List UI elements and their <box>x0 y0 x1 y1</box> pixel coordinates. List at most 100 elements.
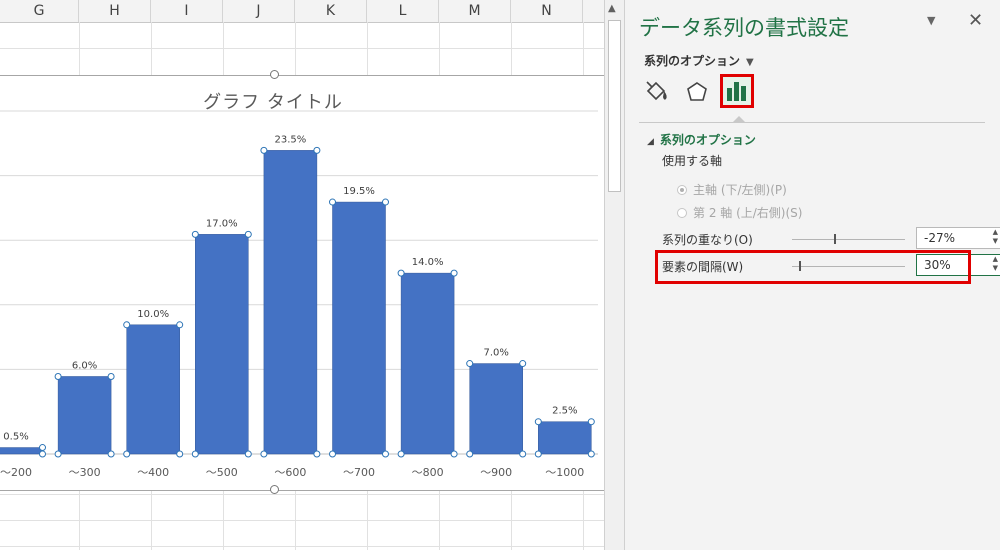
column-header-j[interactable]: J <box>223 0 295 22</box>
column-header-h[interactable]: H <box>79 0 151 22</box>
bar-〜400[interactable] <box>126 324 180 455</box>
tab-indicator <box>732 116 746 123</box>
bar-selection-handle[interactable] <box>519 360 527 368</box>
section-header-label: 系列のオプション <box>659 133 756 147</box>
bar-〜800[interactable] <box>400 272 455 455</box>
bar-selection-handle[interactable] <box>39 444 46 452</box>
column-header-k[interactable]: K <box>295 0 367 22</box>
series-overlap-label: 系列の重なり(O) <box>662 233 753 247</box>
bar-selection-handle[interactable] <box>107 450 115 458</box>
chevron-down-icon: ▼ <box>746 57 754 68</box>
chart-resize-handle-bottom[interactable] <box>270 485 279 494</box>
chart-resize-handle-top[interactable] <box>270 70 279 79</box>
bar-selection-handle[interactable] <box>39 450 46 458</box>
data-label[interactable]: 10.0% <box>137 309 169 320</box>
bar-selection-handle[interactable] <box>260 450 268 458</box>
bar-selection-handle[interactable] <box>54 372 62 380</box>
spin-down-icon[interactable]: ▼ <box>993 264 998 273</box>
data-label[interactable]: 19.5% <box>343 186 375 197</box>
bar-selection-handle[interactable] <box>176 321 184 329</box>
data-label[interactable]: 17.0% <box>206 218 238 229</box>
bar-selection-handle[interactable] <box>450 450 458 458</box>
bar-〜300[interactable] <box>57 376 112 455</box>
bar-selection-handle[interactable] <box>244 230 252 238</box>
category-label: 〜700 <box>343 466 375 479</box>
data-label[interactable]: 7.0% <box>483 348 508 359</box>
secondary-axis-radio[interactable]: 第 2 軸 (上/右側)(S) <box>677 204 802 221</box>
scrollbar-thumb[interactable] <box>608 20 621 192</box>
bar-selection-handle[interactable] <box>107 372 115 380</box>
bar-〜700[interactable] <box>332 201 386 455</box>
category-label: 〜500 <box>206 466 238 479</box>
category-label: 〜900 <box>480 466 512 479</box>
spin-up-icon[interactable]: ▲ <box>993 255 998 264</box>
bar-selection-handle[interactable] <box>534 418 542 426</box>
spin-buttons[interactable]: ▲ ▼ <box>993 228 998 246</box>
data-label[interactable]: 2.5% <box>552 406 577 417</box>
column-header-i[interactable]: I <box>151 0 223 22</box>
column-header-m[interactable]: M <box>439 0 511 22</box>
bar-selection-handle[interactable] <box>397 450 405 458</box>
bar-selection-handle[interactable] <box>534 450 542 458</box>
spin-down-icon[interactable]: ▼ <box>993 237 998 246</box>
series-overlap-slider-thumb[interactable] <box>834 234 836 244</box>
bar-selection-handle[interactable] <box>466 360 474 368</box>
secondary-axis-label: 第 2 軸 (上/右側)(S) <box>693 206 803 220</box>
bar-selection-handle[interactable] <box>191 450 199 458</box>
bar-selection-handle[interactable] <box>313 146 321 154</box>
series-options-section-header[interactable]: ◢ 系列のオプション <box>647 131 756 148</box>
bar-〜500[interactable] <box>195 234 249 455</box>
series-overlap-input[interactable]: -27% ▲ ▼ <box>916 227 1000 249</box>
bar-selection-handle[interactable] <box>191 230 199 238</box>
bar-selection-handle[interactable] <box>244 450 252 458</box>
series-overlap-slider[interactable] <box>792 234 905 244</box>
data-label[interactable]: 6.0% <box>72 360 97 371</box>
bar-selection-handle[interactable] <box>176 450 184 458</box>
bar-selection-handle[interactable] <box>123 321 131 329</box>
bar-selection-handle[interactable] <box>450 269 458 277</box>
bar-〜600[interactable] <box>263 150 318 455</box>
bar-selection-handle[interactable] <box>123 450 131 458</box>
fill-line-icon[interactable] <box>643 78 671 106</box>
series-overlap-row: 系列の重なり(O) -27% ▲ ▼ <box>662 227 1000 249</box>
bar-selection-handle[interactable] <box>382 450 389 458</box>
bar-selection-handle[interactable] <box>382 198 389 206</box>
bar-selection-handle[interactable] <box>466 450 474 458</box>
bar-selection-handle[interactable] <box>587 418 595 426</box>
series-options-menu[interactable]: 系列のオプション ▼ <box>644 52 754 69</box>
series-overlap-value: -27% <box>924 231 956 245</box>
bar-selection-handle[interactable] <box>260 146 268 154</box>
effects-icon[interactable] <box>683 78 711 106</box>
chart-area[interactable]: グラフ タイトル 0.5% 〜200 6.0% 〜300 10.0% 〜400 17.0% 〜… <box>0 75 604 491</box>
dropdown-arrow-icon[interactable]: ▼ <box>927 14 935 27</box>
plot-area[interactable]: 0.5% 〜200 6.0% 〜300 10.0% 〜400 17.0% 〜500 23.5% 〜… <box>0 76 604 490</box>
scroll-up-arrow-icon[interactable]: ▲ <box>608 3 616 14</box>
bar-selection-handle[interactable] <box>329 198 336 206</box>
bar-selection-handle[interactable] <box>587 450 595 458</box>
category-label: 〜300 <box>69 466 101 479</box>
category-label: 〜200 <box>0 466 32 479</box>
bar-selection-handle[interactable] <box>329 450 336 458</box>
bar-〜1000[interactable] <box>538 421 592 455</box>
bar-selection-handle[interactable] <box>313 450 321 458</box>
data-label[interactable]: 14.0% <box>412 257 444 268</box>
spin-up-icon[interactable]: ▲ <box>993 228 998 237</box>
column-header-n[interactable]: N <box>511 0 583 22</box>
close-icon[interactable]: ✕ <box>968 10 983 31</box>
primary-axis-radio[interactable]: 主軸 (下/左側)(P) <box>677 181 787 198</box>
plot-series-on-label: 使用する軸 <box>662 154 723 168</box>
column-header-l[interactable]: L <box>367 0 439 22</box>
vertical-scrollbar[interactable]: ▲ <box>604 0 624 550</box>
column-header-g[interactable]: G <box>0 0 79 22</box>
bar-〜900[interactable] <box>469 363 523 455</box>
bar-selection-handle[interactable] <box>519 450 527 458</box>
bar-selection-handle[interactable] <box>397 269 405 277</box>
gridline <box>0 48 604 49</box>
data-label[interactable]: 0.5% <box>3 432 28 443</box>
series-options-icon[interactable] <box>720 74 754 108</box>
bar-〜200[interactable] <box>0 447 43 455</box>
spin-buttons[interactable]: ▲ ▼ <box>993 255 998 273</box>
bar-selection-handle[interactable] <box>54 450 62 458</box>
data-label[interactable]: 23.5% <box>275 134 307 145</box>
worksheet[interactable]: G H I J K L M N グラフ タイトル 0.5% 〜200 6.0% 〜30… <box>0 0 604 550</box>
